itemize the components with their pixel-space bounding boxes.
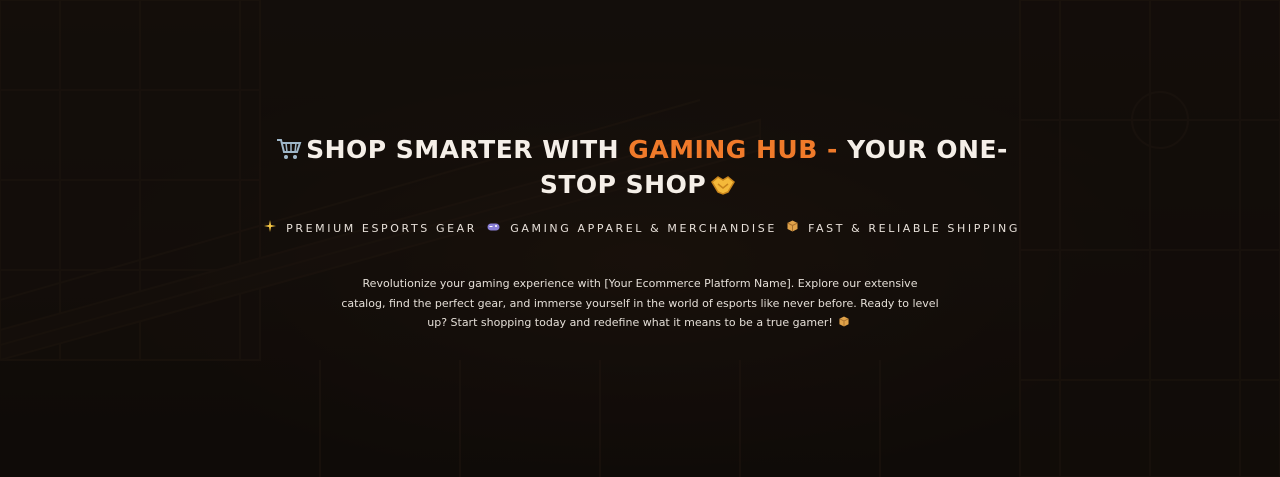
hero-headline: SHOP SMARTER WITH GAMING HUB - YOUR ONE-… (260, 134, 1020, 204)
feature-tagline: PREMIUM ESPORTS GEAR GAMING APPAREL & ME… (0, 220, 1280, 235)
headline-text-part1: SHOP SMARTER WITH (306, 135, 629, 164)
hero-description: Revolutionize your gaming experience wit… (340, 274, 940, 334)
hero-section: SHOP SMARTER WITH GAMING HUB - YOUR ONE-… (0, 0, 1280, 477)
shopping-cart-icon (276, 137, 302, 169)
game-controller-icon (487, 222, 500, 235)
handshake-icon (710, 172, 736, 204)
description-text: Revolutionize your gaming experience wit… (341, 277, 939, 329)
package-icon (787, 220, 798, 235)
sparkles-icon (264, 220, 276, 235)
hero-content: SHOP SMARTER WITH GAMING HUB - YOUR ONE-… (0, 134, 1280, 334)
feature-label: PREMIUM ESPORTS GEAR (286, 222, 478, 235)
headline-brand: GAMING HUB - (628, 135, 848, 164)
package-icon (839, 314, 849, 334)
feature-label: GAMING APPAREL & MERCHANDISE (510, 222, 777, 235)
feature-label: FAST & RELIABLE SHIPPING (808, 222, 1020, 235)
